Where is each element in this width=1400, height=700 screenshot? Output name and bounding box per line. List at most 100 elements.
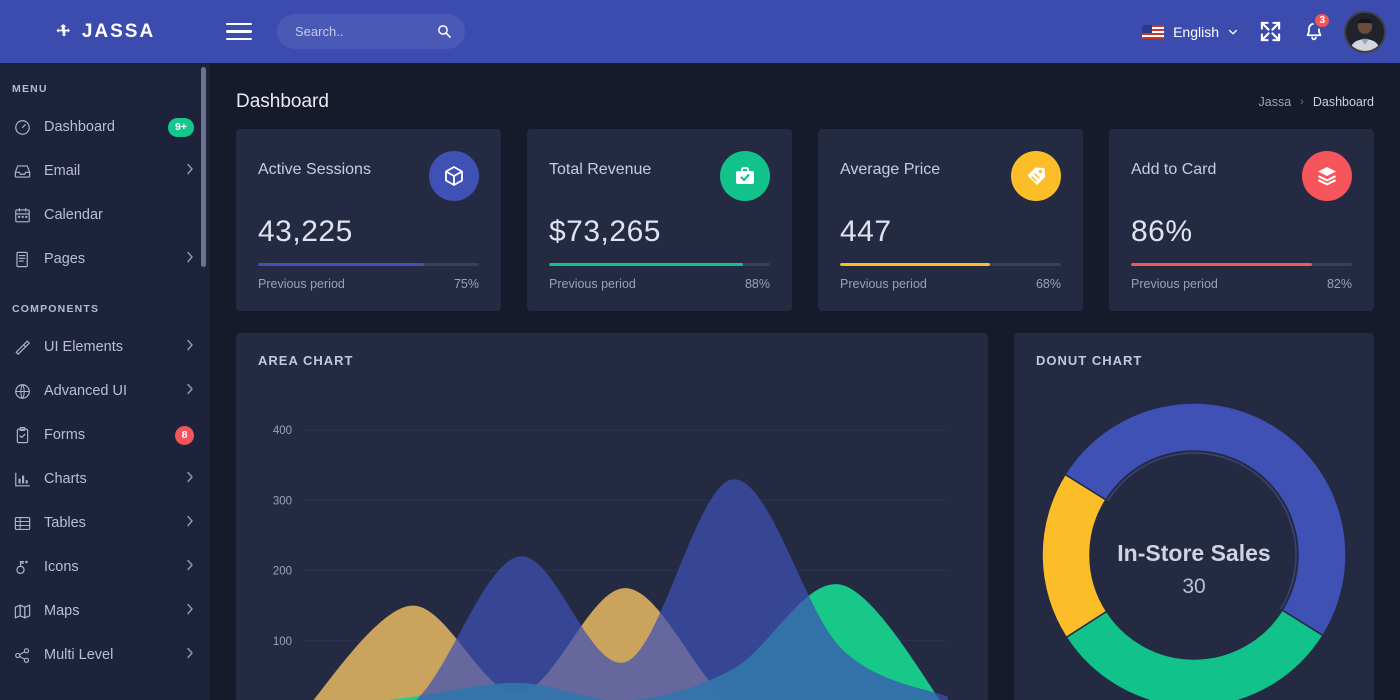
- sidebar-item-label: Calendar: [44, 207, 103, 223]
- search-input[interactable]: [277, 14, 465, 49]
- table-icon: [12, 513, 32, 533]
- svg-text:300: 300: [273, 495, 292, 507]
- sidebar-item-pages[interactable]: Pages: [0, 237, 210, 281]
- stat-card-progress-bar: [840, 263, 1061, 266]
- price-tag-icon: [1011, 151, 1061, 201]
- stat-card: Add to Card 86% Previous period 82%: [1109, 129, 1374, 311]
- language-selector[interactable]: English: [1132, 18, 1248, 46]
- sidebar-item-label: Tables: [44, 515, 86, 531]
- calendar-icon: [12, 205, 32, 225]
- stat-card-progress-bar: [1131, 263, 1352, 266]
- clipboard-check-icon: [12, 425, 32, 445]
- diamond-icon: [12, 381, 32, 401]
- stat-card-percent: 75%: [453, 277, 479, 291]
- sidebar-item-dashboard[interactable]: Dashboard 9+: [0, 105, 210, 149]
- document-icon: [12, 249, 32, 269]
- breadcrumb-current: Dashboard: [1312, 95, 1374, 109]
- stat-card-title: Average Price: [840, 161, 941, 178]
- stat-card-title: Active Sessions: [258, 161, 371, 178]
- stat-card-value: $73,265: [549, 215, 661, 248]
- speedometer-icon: [12, 117, 32, 137]
- chevron-right-icon: [186, 646, 194, 664]
- brand-logo-area[interactable]: JASSA: [0, 0, 210, 63]
- chevron-down-icon: [1229, 29, 1237, 34]
- hamburger-menu-icon[interactable]: [226, 17, 256, 47]
- top-navigation-bar: JASSA English: [0, 0, 1400, 63]
- sidebar-item-email[interactable]: Email: [0, 149, 210, 193]
- sidebar-item-label: UI Elements: [44, 339, 123, 355]
- donut-chart-title: DONUT CHART: [1036, 353, 1143, 368]
- stat-card-header: Active Sessions: [258, 151, 479, 201]
- stat-card-value: 447: [840, 215, 892, 248]
- sidebar-item-label: Pages: [44, 251, 86, 267]
- map-icon: [12, 601, 32, 621]
- sidebar-item-trailing: 8: [175, 425, 194, 445]
- sidebar-navigation: MENU Dashboard 9+ Email Calendar Pages COMPONE…: [0, 63, 210, 700]
- sidebar-item-multi-level[interactable]: Multi Level: [0, 633, 210, 677]
- bar-chart-icon: [12, 469, 32, 489]
- sidebar-item-calendar[interactable]: Calendar: [0, 193, 210, 237]
- breadcrumb: Jassa › Dashboard: [1259, 95, 1374, 109]
- stat-card-title: Total Revenue: [549, 161, 652, 178]
- sidebar-item-trailing: 9+: [168, 117, 194, 137]
- icons-icon: [12, 557, 32, 577]
- sidebar-item-label: Email: [44, 163, 81, 179]
- sidebar-scrollbar[interactable]: [201, 67, 206, 267]
- breadcrumb-root[interactable]: Jassa: [1259, 95, 1292, 109]
- stat-card-header: Average Price: [840, 151, 1061, 201]
- stat-card-percent: 68%: [1035, 277, 1061, 291]
- sidebar-item-label: Dashboard: [44, 119, 115, 135]
- notification-badge: 3: [1313, 11, 1331, 29]
- stat-card-footer-label: Previous period: [549, 277, 636, 291]
- us-flag-icon: [1142, 24, 1165, 39]
- chevron-right-icon: [186, 470, 194, 488]
- stat-card-header: Add to Card: [1131, 151, 1352, 201]
- stat-card-footer: Previous period 68%: [840, 277, 1061, 291]
- sidebar-item-forms[interactable]: Forms 8: [0, 413, 210, 457]
- layers-stack-icon: [12, 337, 32, 357]
- sidebar-item-label: Forms: [44, 427, 86, 443]
- sidebar-item-charts[interactable]: Charts: [0, 457, 210, 501]
- briefcase-check-icon: [720, 151, 770, 201]
- cube-box-icon: [429, 151, 479, 201]
- sidebar-item-advanced-ui[interactable]: Advanced UI: [0, 369, 210, 413]
- sidebar-item-maps[interactable]: Maps: [0, 589, 210, 633]
- sidebar-item-trailing: [186, 514, 194, 532]
- sidebar-item-label: Icons: [44, 559, 79, 575]
- stat-card-footer-label: Previous period: [258, 277, 345, 291]
- sidebar-item-trailing: [186, 602, 194, 620]
- page-header: Dashboard Jassa › Dashboard: [210, 63, 1400, 119]
- sidebar-item-label: Charts: [44, 471, 87, 487]
- sidebar-item-trailing: [186, 162, 194, 180]
- language-label: English: [1173, 23, 1219, 40]
- sidebar-item-trailing: [186, 382, 194, 400]
- share-nodes-icon: [12, 645, 32, 665]
- notifications-button[interactable]: 3: [1292, 10, 1336, 54]
- sidebar-section-label: MENU: [12, 83, 48, 95]
- fullscreen-button[interactable]: [1248, 10, 1292, 54]
- chevron-right-icon: [186, 338, 194, 356]
- stat-cards-row: Active Sessions 43,225 Previous period 75% T…: [210, 119, 1400, 311]
- stat-card: Average Price 447 Previous period 68%: [818, 129, 1083, 311]
- sidebar-item-trailing: [186, 250, 194, 268]
- sidebar-item-icons[interactable]: Icons: [0, 545, 210, 589]
- chevron-right-icon: [186, 602, 194, 620]
- svg-text:200: 200: [273, 566, 292, 578]
- charts-row: AREA CHART 01002003004002013201420152016…: [210, 311, 1400, 700]
- search-box[interactable]: [277, 14, 465, 49]
- stat-card-progress-bar: [549, 263, 770, 266]
- sidebar-item-trailing: [186, 558, 194, 576]
- stat-card-percent: 88%: [744, 277, 770, 291]
- area-chart-panel: AREA CHART 01002003004002013201420152016…: [236, 333, 988, 700]
- sidebar-item-ui-elements[interactable]: UI Elements: [0, 325, 210, 369]
- chevron-right-icon: [186, 382, 194, 400]
- stat-card-footer-label: Previous period: [1131, 277, 1218, 291]
- avatar[interactable]: [1344, 10, 1386, 53]
- brand-name: JASSA: [81, 20, 156, 42]
- stat-card: Total Revenue $73,265 Previous period 88%: [527, 129, 792, 311]
- stat-card-value: 43,225: [258, 215, 353, 248]
- stat-card-percent: 82%: [1326, 277, 1352, 291]
- sidebar-item-label: Maps: [44, 603, 80, 619]
- stat-card-title: Add to Card: [1131, 161, 1217, 178]
- sidebar-item-tables[interactable]: Tables: [0, 501, 210, 545]
